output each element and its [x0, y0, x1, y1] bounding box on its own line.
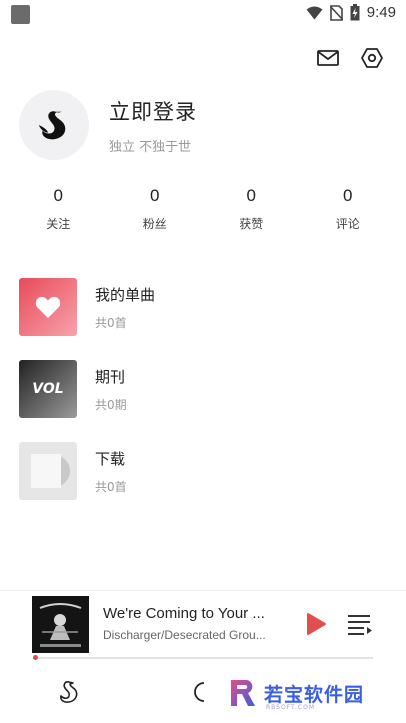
album-disc-icon [31, 454, 70, 488]
login-title[interactable]: 立即登录 [109, 96, 197, 126]
stats-row: 0 关注 0 粉丝 0 获赞 0 评论 [10, 186, 396, 232]
vol-thumb-text: VOL [32, 381, 64, 397]
avatar[interactable] [19, 90, 89, 160]
watermark-logo-icon [231, 680, 255, 706]
track-title: We're Coming to Your ... [103, 605, 265, 622]
stat-comments[interactable]: 0 评论 [300, 186, 397, 232]
nav-moments-icon[interactable] [190, 679, 214, 705]
stat-label: 粉丝 [142, 217, 167, 231]
progress-handle[interactable] [33, 655, 38, 660]
settings-hexagon-icon[interactable] [360, 46, 384, 70]
notification-square-icon [11, 5, 30, 24]
stat-value: 0 [343, 186, 353, 205]
no-sim-icon [329, 4, 343, 21]
library-count: 共0期 [95, 397, 127, 412]
stat-following[interactable]: 0 关注 [10, 186, 107, 232]
stat-label: 评论 [335, 217, 360, 231]
play-icon[interactable] [302, 611, 328, 637]
library-info: 期刊 共0期 [95, 366, 127, 413]
watermark-text: 若宝软件园 [264, 683, 365, 706]
library-info: 我的单曲 共0首 [95, 284, 155, 331]
track-artist: Discharger/Desecrated Grou... [103, 628, 266, 642]
battery-icon [350, 4, 360, 21]
profile-text: 立即登录 独立 不独于世 [109, 96, 197, 155]
bottom-nav: 若宝软件园 RBSOFT.COM [0, 670, 406, 723]
login-subtitle: 独立 不独于世 [109, 139, 192, 155]
library-thumb [19, 442, 77, 500]
library-thumb: VOL [19, 360, 77, 418]
watermark-url: RBSOFT.COM [266, 704, 316, 711]
album-cover[interactable] [32, 596, 89, 653]
library-title: 下载 [95, 449, 126, 468]
library-item-downloads[interactable]: 下载 共0首 [19, 442, 155, 500]
swan-logo-icon [38, 111, 66, 140]
library-item-my-songs[interactable]: 我的单曲 共0首 [19, 278, 155, 336]
stat-label: 关注 [46, 217, 71, 231]
heart-icon [35, 296, 61, 318]
stat-value: 0 [53, 186, 63, 205]
wifi-icon [306, 6, 323, 19]
library-title: 期刊 [95, 367, 126, 386]
library-thumb [19, 278, 77, 336]
library-list: 我的单曲 共0首 VOL 期刊 共0期 下载 共0首 [19, 278, 155, 524]
stat-value: 0 [246, 186, 256, 205]
watermark: 若宝软件园 RBSOFT.COM [226, 676, 365, 711]
album-art [32, 596, 89, 653]
profile-header[interactable]: 立即登录 独立 不独于世 [19, 90, 197, 160]
library-count: 共0首 [95, 479, 127, 494]
playlist-queue-icon[interactable] [347, 613, 373, 635]
stat-fans[interactable]: 0 粉丝 [107, 186, 204, 232]
status-time: 9:49 [366, 4, 396, 21]
mail-icon[interactable] [316, 46, 340, 70]
stat-label: 获赞 [239, 217, 264, 231]
library-info: 下载 共0首 [95, 448, 127, 495]
top-actions [316, 46, 384, 70]
library-item-journals[interactable]: VOL 期刊 共0期 [19, 360, 155, 418]
status-icons: 9:49 [306, 4, 396, 21]
stat-value: 0 [150, 186, 160, 205]
mini-player[interactable]: We're Coming to Your ... Discharger/Dese… [0, 590, 406, 660]
nav-swan-icon[interactable] [56, 679, 80, 705]
library-count: 共0首 [95, 315, 127, 330]
playback-progress[interactable] [33, 655, 373, 660]
stat-likes[interactable]: 0 获赞 [203, 186, 300, 232]
status-bar: 9:49 [0, 0, 406, 28]
library-title: 我的单曲 [95, 285, 156, 304]
